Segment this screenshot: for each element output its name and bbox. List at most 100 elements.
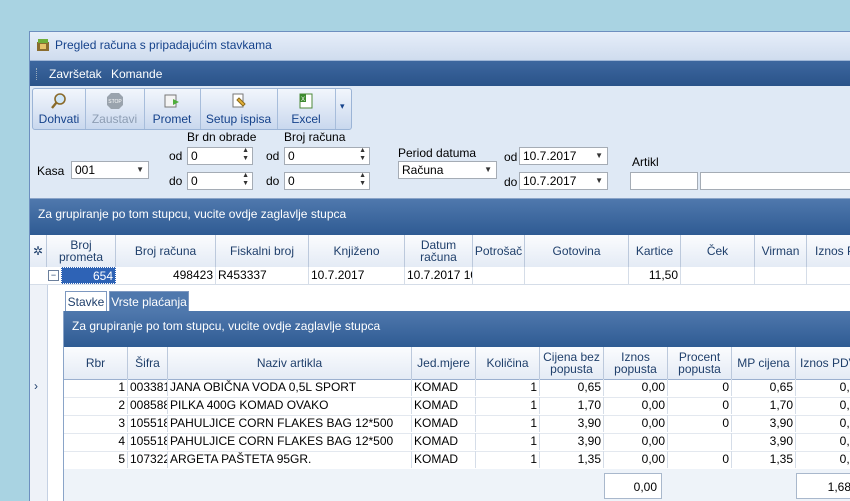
col-kartice[interactable]: Kartice	[629, 235, 681, 267]
col-iznos-popusta[interactable]: Iznos popusta	[604, 347, 668, 379]
cell-naziv-artikla[interactable]: PAHULJICE CORN FLAKES BAG 12*500	[168, 433, 412, 450]
excel-button[interactable]: X Excel	[277, 89, 336, 129]
period-datuma-select[interactable]: Računa ▼	[398, 161, 497, 179]
title-bar[interactable]: Pregled računa s pripadajućim stavkama	[30, 32, 850, 61]
cell-kolicina[interactable]: 1	[476, 397, 540, 414]
menu-komande[interactable]: Komande	[111, 67, 162, 81]
cell-sifra[interactable]: 105518	[128, 433, 168, 450]
cell-sifra[interactable]: 105518	[128, 415, 168, 432]
col-sifra[interactable]: Šifra	[128, 347, 168, 379]
broj-racuna-do-input[interactable]: 0 ▲ ▼	[284, 172, 370, 190]
col-rbr[interactable]: Rbr	[64, 347, 128, 379]
cell-kolicina[interactable]: 1	[476, 415, 540, 432]
col-gotovina[interactable]: Gotovina	[525, 235, 629, 267]
cell-cijena-bez-popusta[interactable]: 3,90	[540, 415, 604, 432]
cell-rbr[interactable]: 5	[64, 451, 128, 468]
cell-iznos-pdv[interactable]: 0,57	[796, 415, 850, 432]
br-dn-od-input[interactable]: 0 ▲ ▼	[187, 147, 253, 165]
spinner-icon[interactable]: ▲ ▼	[359, 172, 366, 188]
col-procent-popusta[interactable]: Procent popusta	[668, 347, 732, 379]
col-knjizeno[interactable]: Knjiženo	[309, 235, 405, 267]
table-row[interactable]: 3 105518 PAHULJICE CORN FLAKES BAG 12*500 K…	[64, 415, 850, 434]
cell-gotovina[interactable]	[525, 267, 629, 284]
cell-jed-mjere[interactable]: KOMAD	[412, 433, 476, 450]
cell-kolicina[interactable]: 1	[476, 379, 540, 396]
master-group-panel[interactable]: Za grupiranje po tom stupcu, vucite ovdj…	[30, 199, 850, 235]
col-broj-racuna[interactable]: Broj računa	[116, 235, 216, 267]
col-broj-prometa[interactable]: Broj prometa	[47, 235, 116, 267]
cell-procent-popusta[interactable]: 0	[668, 415, 732, 432]
tab-stavke[interactable]: Stavke	[65, 291, 107, 311]
cell-cijena-bez-popusta[interactable]: 0,65	[540, 379, 604, 396]
spinner-icon[interactable]: ▲ ▼	[242, 147, 249, 163]
cell-virman[interactable]	[755, 267, 807, 284]
cell-broj-racuna[interactable]: 498423	[116, 267, 216, 284]
cell-jed-mjere[interactable]: KOMAD	[412, 415, 476, 432]
cell-kartice[interactable]: 11,50	[629, 267, 681, 284]
dohvati-button[interactable]: Dohvati	[33, 89, 86, 129]
col-fiskalni-broj[interactable]: Fiskalni broj	[216, 235, 309, 267]
cell-naziv-artikla[interactable]: PAHULJICE CORN FLAKES BAG 12*500	[168, 415, 412, 432]
promet-button[interactable]: Promet	[144, 89, 201, 129]
cell-knjizeno[interactable]: 10.7.2017	[309, 267, 405, 284]
cell-sifra[interactable]: 008588	[128, 397, 168, 414]
setup-ispisa-button[interactable]: Setup ispisa	[200, 89, 278, 129]
table-row[interactable]: 4 105518 PAHULJICE CORN FLAKES BAG 12*500 K…	[64, 433, 850, 452]
artikl-name-input[interactable]	[700, 172, 850, 190]
cell-iznos-pdv[interactable]: 0,57	[796, 433, 850, 450]
cell-kolicina[interactable]: 1	[476, 451, 540, 468]
cell-iznos-popusta[interactable]: 0,00	[604, 451, 668, 468]
artikl-code-input[interactable]	[630, 172, 698, 190]
cell-kolicina[interactable]: 1	[476, 433, 540, 450]
cell-rbr[interactable]: 2	[64, 397, 128, 414]
cell-procent-popusta[interactable]: 0	[668, 451, 732, 468]
broj-racuna-od-input[interactable]: 0 ▲ ▼	[284, 147, 370, 165]
cell-cijena-bez-popusta[interactable]: 1,35	[540, 451, 604, 468]
cell-iznos-pdv[interactable]: 0,09	[796, 379, 850, 396]
col-iznos-pdv[interactable]: Iznos PDV	[796, 347, 850, 379]
tab-vrste-placanja[interactable]: Vrste plaćanja	[109, 291, 189, 311]
cell-cek[interactable]	[681, 267, 755, 284]
cell-cijena-bez-popusta[interactable]: 1,70	[540, 397, 604, 414]
cell-iznos-popusta[interactable]: 0,00	[604, 397, 668, 414]
cell-mp-cijena[interactable]: 3,90	[732, 415, 796, 432]
cell-rbr[interactable]: 4	[64, 433, 128, 450]
br-dn-do-input[interactable]: 0 ▲ ▼	[187, 172, 253, 190]
cell-procent-popusta[interactable]	[668, 433, 732, 450]
kasa-select[interactable]: 001 ▼	[71, 161, 149, 179]
col-iznos-p[interactable]: Iznos P	[807, 235, 850, 267]
col-mp-cijena[interactable]: MP cijena	[732, 347, 796, 379]
cell-iznos-popusta[interactable]: 0,00	[604, 415, 668, 432]
menu-zavrsetak[interactable]: Završetak	[49, 67, 102, 81]
table-row[interactable]: 5 107322 ARGETA PAŠTETA 95GR. KOMAD 1 1,35 0,0…	[64, 451, 850, 470]
cell-jed-mjere[interactable]: KOMAD	[412, 379, 476, 396]
cell-jed-mjere[interactable]: KOMAD	[412, 451, 476, 468]
cell-iznos-p[interactable]	[807, 267, 850, 284]
cell-iznos-popusta[interactable]: 0,00	[604, 433, 668, 450]
col-jed-mjere[interactable]: Jed.mjere	[412, 347, 476, 379]
spinner-icon[interactable]: ▲ ▼	[359, 147, 366, 163]
col-cijena-bez-popusta[interactable]: Cijena bez popusta	[540, 347, 604, 379]
zaustavi-button[interactable]: STOP Zaustavi	[85, 89, 145, 129]
cell-rbr[interactable]: 1	[64, 379, 128, 396]
cell-mp-cijena[interactable]: 0,65	[732, 379, 796, 396]
cell-naziv-artikla[interactable]: PILKA 400G KOMAD OVAKO	[168, 397, 412, 414]
cell-mp-cijena[interactable]: 1,35	[732, 451, 796, 468]
cell-mp-cijena[interactable]: 1,70	[732, 397, 796, 414]
detail-group-panel[interactable]: Za grupiranje po tom stupcu, vucite ovdj…	[64, 311, 850, 347]
cell-jed-mjere[interactable]: KOMAD	[412, 397, 476, 414]
cell-datum-racuna[interactable]: 10.7.2017 10:	[405, 267, 473, 284]
cell-potrosac[interactable]	[473, 267, 525, 284]
datum-do-picker[interactable]: 10.7.2017 ▼	[519, 172, 608, 190]
cell-sifra[interactable]: 107322	[128, 451, 168, 468]
col-cek[interactable]: Ček	[681, 235, 755, 267]
col-virman[interactable]: Virman	[755, 235, 807, 267]
cell-naziv-artikla[interactable]: ARGETA PAŠTETA 95GR.	[168, 451, 412, 468]
toolbar-overflow-icon[interactable]: ▾	[340, 101, 345, 112]
collapse-icon[interactable]: −	[48, 270, 59, 281]
col-kolicina[interactable]: Količina	[476, 347, 540, 379]
cell-mp-cijena[interactable]: 3,90	[732, 433, 796, 450]
cell-procent-popusta[interactable]: 0	[668, 379, 732, 396]
column-chooser-icon[interactable]: ✲	[30, 235, 47, 267]
table-row[interactable]: 2 008588 PILKA 400G KOMAD OVAKO KOMAD 1 1,70 0…	[64, 397, 850, 416]
